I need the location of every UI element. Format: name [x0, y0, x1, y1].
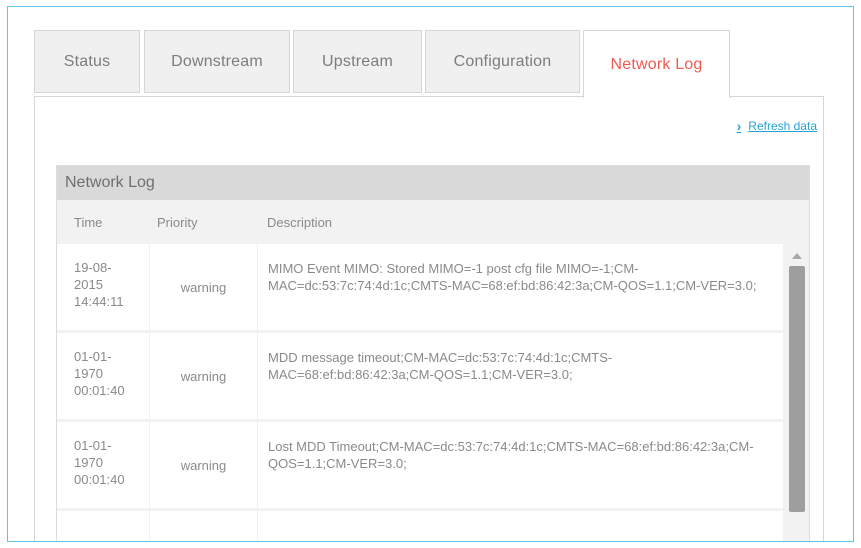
row-description: Lost MDD Timeout;CM-MAC=dc:53:7c:74:4d:1… [268, 439, 754, 471]
row-time: 19-08- 2015 14:44:11 [57, 244, 150, 330]
row-priority: warning [150, 244, 258, 330]
tab-downstream[interactable]: Downstream [144, 30, 290, 93]
refresh-data-label: Refresh data [748, 119, 817, 133]
page-frame: Status Downstream Upstream Configuration… [7, 6, 854, 542]
table-row: 01-01- 1970 00:01:40 warning Lost MDD Ti… [57, 422, 783, 510]
table-title: Network Log [57, 166, 809, 200]
content-panel: › Refresh data Network Log Time Priority… [34, 96, 824, 541]
tab-network-log[interactable]: Network Log [583, 30, 730, 98]
table-body: 19-08- 2015 14:44:11 warning MIMO Event … [57, 244, 783, 541]
column-header-time: Time [74, 214, 103, 230]
row-description: MIMO Event MIMO: Stored MIMO=-1 post cfg… [268, 261, 757, 293]
row-priority: warning [150, 333, 258, 419]
column-header-description: Description [267, 214, 333, 230]
column-header-priority: Priority [157, 214, 198, 230]
tab-bar: Status Downstream Upstream Configuration… [34, 30, 824, 98]
network-log-table: Network Log Time Priority Description 19… [56, 165, 810, 541]
table-row: 01-01- 1970 00:01:40 warning MDD message… [57, 333, 783, 421]
row-time [57, 511, 150, 541]
tab-configuration[interactable]: Configuration [425, 30, 580, 93]
chevron-right-icon: › [736, 118, 742, 134]
row-description [258, 511, 783, 541]
scroll-up-arrow-icon[interactable] [792, 253, 802, 259]
tab-upstream[interactable]: Upstream [293, 30, 422, 93]
row-priority [150, 511, 258, 541]
refresh-data-link[interactable]: › Refresh data [737, 118, 817, 134]
table-row: 19-08- 2015 14:44:11 warning MIMO Event … [57, 244, 783, 332]
table-row [57, 511, 783, 541]
row-priority: warning [150, 422, 258, 508]
row-time: 01-01- 1970 00:01:40 [57, 422, 150, 508]
table-header: Time Priority Description [57, 200, 809, 244]
scrollbar-thumb[interactable] [789, 266, 805, 512]
row-description: MDD message timeout;CM-MAC=dc:53:7c:74:4… [268, 350, 613, 382]
tab-status[interactable]: Status [34, 30, 140, 93]
row-time: 01-01- 1970 00:01:40 [57, 333, 150, 419]
vertical-scrollbar[interactable] [786, 244, 808, 541]
